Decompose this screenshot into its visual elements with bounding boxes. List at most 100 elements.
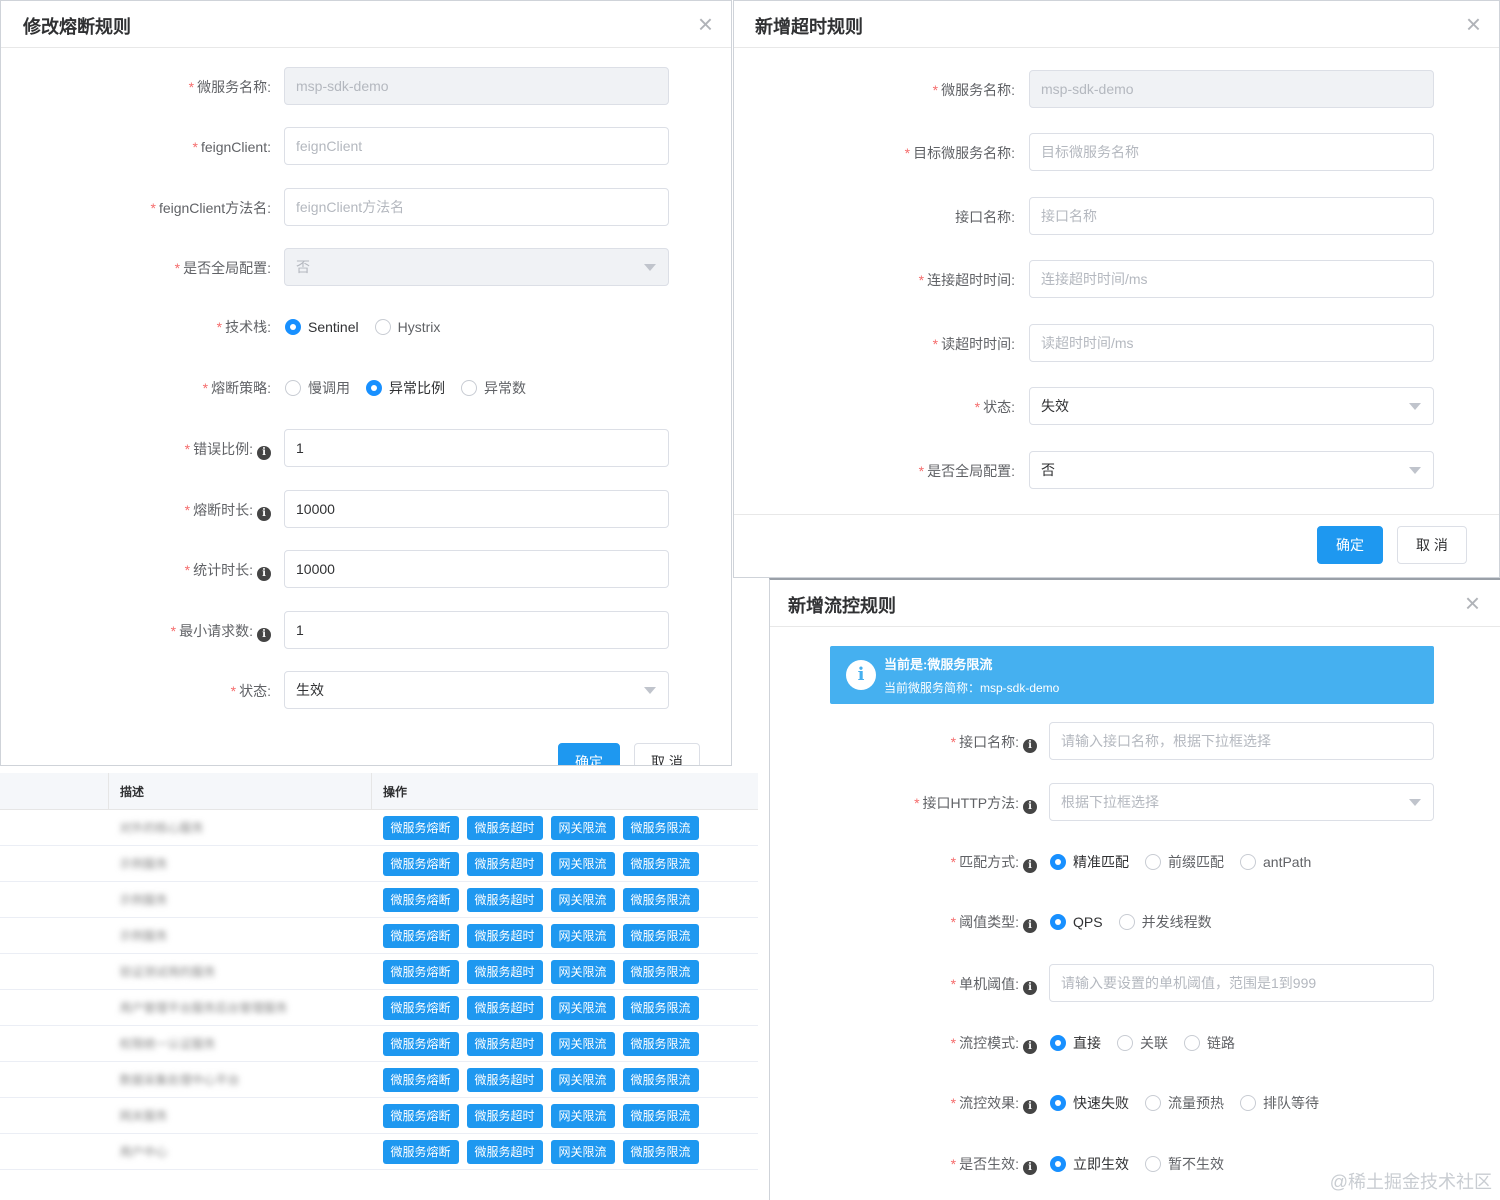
row-action-button[interactable]: 微服务限流 (622, 1103, 699, 1128)
radio-error-ratio[interactable]: 异常比例 (366, 378, 445, 398)
row-action-button[interactable]: 网关限流 (550, 887, 615, 912)
row-action-button[interactable]: 微服务限流 (622, 887, 699, 912)
radio-enable-now[interactable]: 立即生效 (1050, 1154, 1129, 1174)
row-action-button[interactable]: 微服务熔断 (382, 1103, 459, 1128)
row-action-button[interactable]: 微服务超时 (466, 1103, 543, 1128)
row-action-button[interactable]: 微服务超时 (466, 1067, 543, 1092)
radio-warm-up[interactable]: 流量预热 (1145, 1093, 1224, 1113)
feign-client-input[interactable] (284, 127, 669, 165)
row-action-button[interactable]: 网关限流 (550, 1067, 615, 1092)
close-icon[interactable]: × (1465, 588, 1480, 618)
row-action-button[interactable]: 网关限流 (550, 851, 615, 876)
radio-error-count[interactable]: 异常数 (461, 378, 526, 398)
row-action-button[interactable]: 微服务熔断 (382, 851, 459, 876)
http-method-select[interactable]: 根据下拉框选择 (1049, 783, 1434, 821)
row-action-button[interactable]: 微服务限流 (622, 923, 699, 948)
row-action-button[interactable]: 微服务限流 (622, 1067, 699, 1092)
form-row-status: * 状态: 生效 (1, 671, 731, 711)
row-action-button[interactable]: 微服务超时 (466, 995, 543, 1020)
info-icon[interactable]: i (1023, 1100, 1037, 1114)
stat-duration-input[interactable] (284, 550, 669, 588)
row-action-button[interactable]: 微服务限流 (622, 851, 699, 876)
cancel-button[interactable]: 取 消 (1397, 526, 1467, 564)
row-action-button[interactable]: 微服务超时 (466, 887, 543, 912)
row-action-button[interactable]: 网关限流 (550, 995, 615, 1020)
radio-chain[interactable]: 链路 (1184, 1033, 1235, 1053)
row-action-button[interactable]: 网关限流 (550, 815, 615, 840)
row-action-button[interactable]: 微服务熔断 (382, 1031, 459, 1056)
row-action-button[interactable]: 微服务熔断 (382, 923, 459, 948)
row-action-button[interactable]: 微服务限流 (622, 1139, 699, 1164)
info-icon[interactable]: i (1023, 800, 1037, 814)
service-name-input[interactable] (1029, 70, 1434, 108)
radio-queue[interactable]: 排队等待 (1240, 1093, 1319, 1113)
error-ratio-input[interactable] (284, 429, 669, 467)
status-select[interactable]: 生效 (284, 671, 669, 709)
info-icon[interactable]: i (257, 446, 271, 460)
radio-associated[interactable]: 关联 (1117, 1033, 1168, 1053)
row-action-button[interactable]: 网关限流 (550, 959, 615, 984)
row-action-button[interactable]: 微服务超时 (466, 815, 543, 840)
info-icon[interactable]: i (1023, 1040, 1037, 1054)
confirm-button[interactable]: 确定 (558, 743, 620, 765)
row-action-button[interactable]: 微服务限流 (622, 995, 699, 1020)
cancel-button[interactable]: 取 消 (634, 743, 700, 765)
service-name-input[interactable] (284, 67, 669, 105)
global-config-select[interactable]: 否 (284, 248, 669, 286)
feign-method-input[interactable] (284, 188, 669, 226)
min-requests-input[interactable] (284, 611, 669, 649)
row-action-button[interactable]: 微服务超时 (466, 851, 543, 876)
row-action-button[interactable]: 微服务熔断 (382, 995, 459, 1020)
close-icon[interactable]: × (698, 9, 713, 39)
info-icon[interactable]: i (257, 628, 271, 642)
row-action-button[interactable]: 微服务限流 (622, 1031, 699, 1056)
row-action-button[interactable]: 微服务熔断 (382, 1139, 459, 1164)
info-icon[interactable]: i (1023, 859, 1037, 873)
row-action-button[interactable]: 微服务熔断 (382, 959, 459, 984)
radio-prefix-match[interactable]: 前缀匹配 (1145, 852, 1224, 872)
row-action-button[interactable]: 网关限流 (550, 923, 615, 948)
radio-sentinel[interactable]: Sentinel (285, 319, 359, 335)
read-timeout-input[interactable] (1029, 324, 1434, 362)
radio-direct[interactable]: 直接 (1050, 1033, 1101, 1053)
single-threshold-input[interactable] (1049, 964, 1434, 1002)
chevron-down-icon (1409, 467, 1421, 474)
row-action-button[interactable]: 微服务超时 (466, 923, 543, 948)
global-config-select[interactable]: 否 (1029, 451, 1434, 489)
row-action-button[interactable]: 微服务超时 (466, 1139, 543, 1164)
field-label: 最小请求数: (179, 623, 253, 639)
confirm-button[interactable]: 确定 (1317, 526, 1383, 564)
radio-fast-fail[interactable]: 快速失败 (1050, 1093, 1129, 1113)
info-icon[interactable]: i (257, 567, 271, 581)
radio-enable-later[interactable]: 暂不生效 (1145, 1154, 1224, 1174)
radio-hystrix[interactable]: Hystrix (374, 319, 440, 335)
close-icon[interactable]: × (1466, 9, 1481, 39)
info-icon[interactable]: i (1023, 739, 1037, 753)
radio-slow-call[interactable]: 慢调用 (285, 378, 350, 398)
connect-timeout-input[interactable] (1029, 260, 1434, 298)
api-name-input[interactable] (1029, 197, 1434, 235)
radio-exact-match[interactable]: 精准匹配 (1050, 852, 1129, 872)
break-duration-input[interactable] (284, 490, 669, 528)
row-action-button[interactable]: 网关限流 (550, 1139, 615, 1164)
row-action-button[interactable]: 微服务限流 (622, 959, 699, 984)
radio-thread-count[interactable]: 并发线程数 (1118, 912, 1212, 932)
row-action-button[interactable]: 网关限流 (550, 1031, 615, 1056)
row-action-button[interactable]: 微服务熔断 (382, 1067, 459, 1092)
row-action-button[interactable]: 微服务超时 (466, 959, 543, 984)
row-action-button[interactable]: 微服务熔断 (382, 815, 459, 840)
field-label: 状态: (983, 399, 1015, 415)
info-icon[interactable]: i (1023, 919, 1037, 933)
radio-qps[interactable]: QPS (1050, 914, 1103, 930)
row-action-button[interactable]: 微服务限流 (622, 815, 699, 840)
target-service-input[interactable] (1029, 133, 1434, 171)
info-icon[interactable]: i (1023, 981, 1037, 995)
row-action-button[interactable]: 网关限流 (550, 1103, 615, 1128)
row-action-button[interactable]: 微服务超时 (466, 1031, 543, 1056)
radio-antpath[interactable]: antPath (1240, 854, 1311, 870)
info-icon[interactable]: i (257, 507, 271, 521)
info-icon[interactable]: i (1023, 1161, 1037, 1175)
row-action-button[interactable]: 微服务熔断 (382, 887, 459, 912)
status-select[interactable]: 失效 (1029, 387, 1434, 425)
api-name-input[interactable] (1049, 722, 1434, 760)
